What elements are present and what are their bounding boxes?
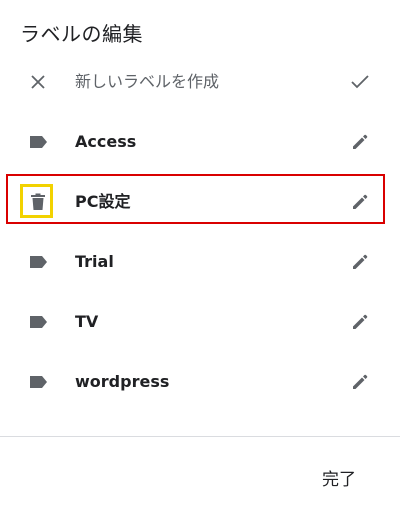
label-row-trial[interactable]: Trial [0,232,400,292]
footer-divider [0,436,400,437]
label-name: PC設定 [75,192,131,211]
label-name: TV [75,312,99,331]
pencil-icon[interactable] [346,368,374,396]
label-row-access[interactable]: Access [0,112,400,172]
label-name: wordpress [75,372,170,391]
label-name: Trial [75,252,114,271]
label-icon [20,304,56,340]
label-row-tv[interactable]: TV [0,292,400,352]
dialog-title: ラベルの編集 [20,22,143,46]
label-row-pc-settings[interactable]: PC設定 [0,172,400,232]
new-label-row: 新しいラベルを作成 [0,52,400,112]
label-row-wordpress[interactable]: wordpress [0,352,400,412]
trash-icon[interactable] [20,184,56,220]
close-icon[interactable] [20,64,56,100]
new-label-input[interactable]: 新しいラベルを作成 [75,52,219,112]
pencil-icon[interactable] [346,308,374,336]
label-name: Access [75,132,137,151]
edit-labels-dialog: ラベルの編集 新しいラベルを作成 Access PC設定 Trial TV wo… [0,0,400,515]
pencil-icon[interactable] [346,248,374,276]
label-icon [20,244,56,280]
label-icon [20,364,56,400]
pencil-icon[interactable] [346,128,374,156]
check-icon[interactable] [346,68,374,96]
pencil-icon[interactable] [346,188,374,216]
done-button[interactable]: 完了 [316,462,362,498]
label-icon [20,124,56,160]
